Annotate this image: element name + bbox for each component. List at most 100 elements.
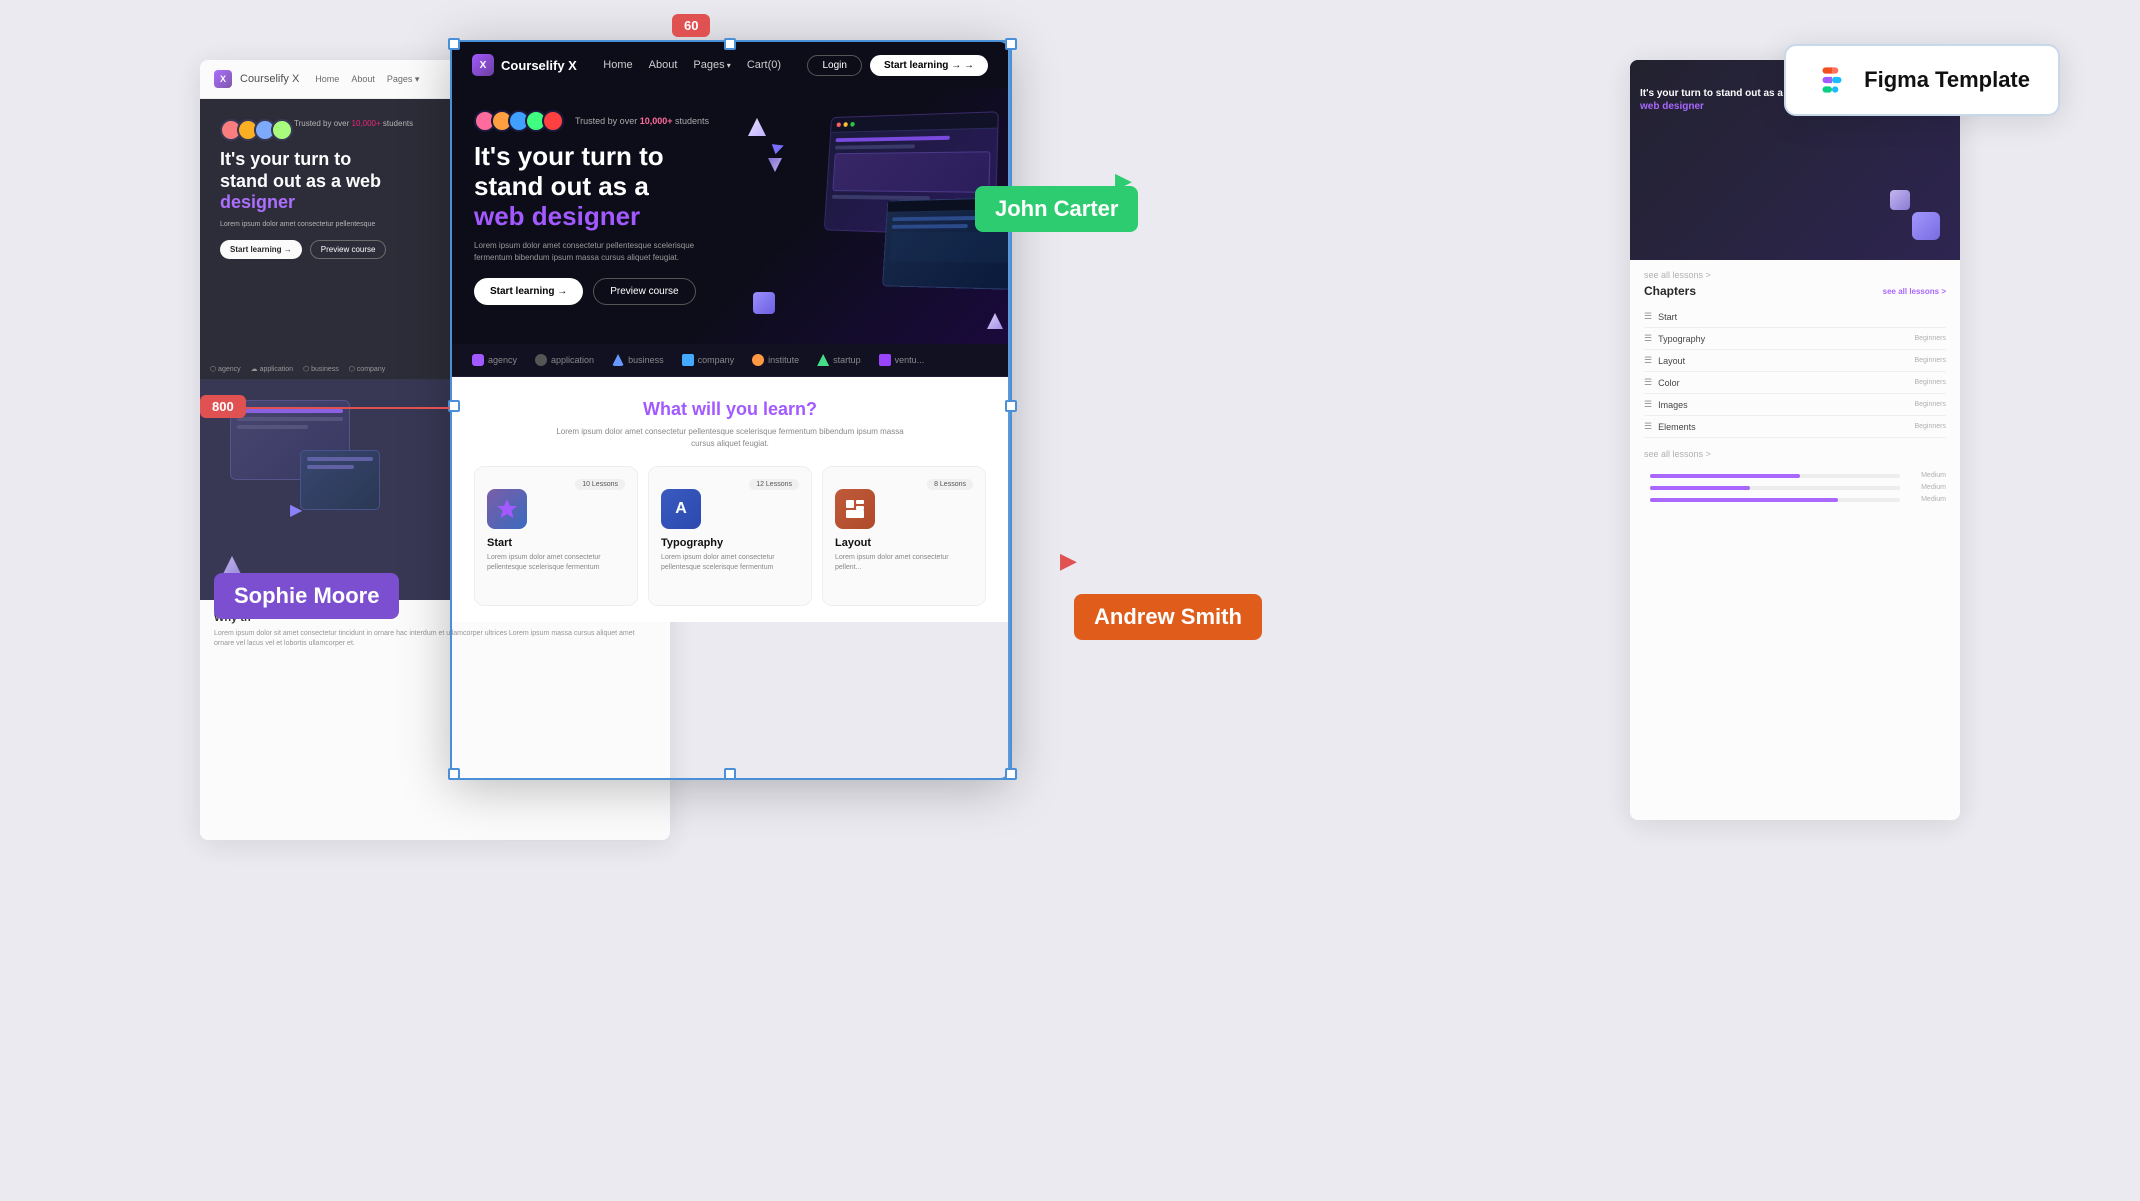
nav-pages[interactable]: Pages: [693, 59, 730, 71]
nav-about[interactable]: About: [649, 59, 678, 71]
learn-title: What will you learn?: [474, 399, 986, 420]
frame-nav: Home About Pages Cart(0): [603, 59, 781, 71]
width-badge: 60: [672, 14, 710, 37]
learn-card-desc-typography: Lorem ipsum dolor amet consectetur pelle…: [661, 553, 799, 573]
badge-sophie: Sophie Moore: [214, 573, 399, 619]
chapter-layout-icon: ☰: [1644, 355, 1652, 366]
frame-hero: Trusted by over 10,000+ students It's yo…: [452, 88, 1008, 344]
progress-bar-2-fill: [1650, 486, 1750, 490]
left-tag-agency: ⬡ agency: [210, 365, 241, 373]
handle-top-middle[interactable]: [724, 38, 736, 50]
learn-card-icon-start: [487, 489, 527, 529]
left-nav-items: Home About Pages ▾: [315, 74, 419, 85]
right-panel-body: see all lessons > Chapters see all lesso…: [1630, 260, 1960, 518]
progress-bar-1-fill: [1650, 474, 1800, 478]
height-badge: 800: [200, 395, 246, 418]
login-button[interactable]: Login: [807, 55, 861, 76]
chapter-color-name: Color: [1658, 378, 1680, 388]
measure-line-horizontal: [215, 407, 450, 409]
tag-application: application: [535, 354, 594, 366]
chapter-images-icon: ☰: [1644, 399, 1652, 410]
progress-level-1: Medium: [1906, 472, 1946, 479]
left-mockup-screen-2: [300, 450, 380, 510]
chapter-typography-name: Typography: [1658, 334, 1705, 344]
hero-start-button[interactable]: Start learning →: [474, 278, 583, 305]
left-start-btn[interactable]: Start learning →: [220, 240, 302, 259]
hero-title: It's your turn to stand out as a web des…: [474, 142, 986, 232]
handle-bottom-right[interactable]: [1005, 768, 1017, 780]
learn-card-desc-layout: Lorem ipsum dolor amet consectetur pelle…: [835, 553, 973, 573]
hero-title-accent: web designer: [474, 201, 640, 231]
rp-cube: [1912, 212, 1940, 240]
chapter-start-icon: ☰: [1644, 311, 1652, 322]
chapter-elements: ☰ Elements Beginners: [1644, 416, 1946, 438]
hero-trusted-text: Trusted by over 10,000+ students: [575, 116, 709, 126]
progress-bar-3-wrap: [1650, 498, 1900, 502]
learn-card-layout: 8 Lessons Layout Lorem ipsum dolor amet …: [822, 466, 986, 606]
chapter-color: ☰ Color Beginners: [1644, 372, 1946, 394]
badge-andrew: Andrew Smith: [1074, 594, 1262, 640]
handle-bottom-left[interactable]: [448, 768, 460, 780]
chapter-images-left: ☰ Images: [1644, 399, 1688, 410]
progress-level-2: Medium: [1906, 484, 1946, 491]
hero-buttons: Start learning → Preview course: [474, 278, 986, 305]
chapter-start-name: Start: [1658, 312, 1677, 322]
badge-john: John Carter: [975, 186, 1138, 232]
progress-item-3: Medium: [1644, 496, 1946, 503]
chapter-layout: ☰ Layout Beginners: [1644, 350, 1946, 372]
left-tag-app: ☁ application: [251, 365, 293, 373]
rp-see-all-bottom[interactable]: see all lessons >: [1644, 449, 1711, 459]
handle-middle-right[interactable]: [1005, 400, 1017, 412]
figma-template-badge: Figma Template: [1784, 44, 2060, 116]
nav-home[interactable]: Home: [603, 59, 632, 71]
tag-startup: startup: [817, 354, 861, 366]
progress-item-1: Medium: [1644, 472, 1946, 479]
handle-top-left[interactable]: [448, 38, 460, 50]
learn-card-icon-layout: [835, 489, 875, 529]
chapter-start-left: ☰ Start: [1644, 311, 1677, 322]
figma-template-text: Figma Template: [1864, 67, 2030, 93]
main-frame: X Courselify X Home About Pages Cart(0) …: [450, 40, 1010, 780]
learn-card-desc-start: Lorem ipsum dolor amet consectetur pelle…: [487, 553, 625, 573]
frame-tags: agency application business company inst…: [452, 344, 1008, 377]
logo-text: Courselify X: [501, 58, 577, 73]
chapter-layout-name: Layout: [1658, 356, 1685, 366]
left-tag-business: ⬡ business: [303, 365, 339, 373]
progress-level-3: Medium: [1906, 496, 1946, 503]
learn-card-start: 10 Lessons Start Lorem ipsum dolor amet …: [474, 466, 638, 606]
left-tag-company: ⬡ company: [349, 365, 385, 373]
chapter-start: ☰ Start: [1644, 306, 1946, 328]
tag-company: company: [682, 354, 735, 366]
handle-middle-left[interactable]: [448, 400, 460, 412]
tag-agency: agency: [472, 354, 517, 366]
chapter-layout-level: Beginners: [1914, 357, 1946, 364]
start-learning-button[interactable]: Start learning →: [870, 55, 988, 76]
left-logo-icon: X: [214, 70, 232, 88]
nav-cart[interactable]: Cart(0): [747, 59, 781, 71]
left-preview-btn[interactable]: Preview course: [310, 240, 387, 259]
learn-cards: 10 Lessons Start Lorem ipsum dolor amet …: [474, 466, 986, 606]
hero-preview-button[interactable]: Preview course: [593, 278, 695, 305]
figma-icon: [1814, 62, 1850, 98]
progress-item-2: Medium: [1644, 484, 1946, 491]
rp-cube-2: [1890, 190, 1910, 210]
right-panel: A Sign up It's your turn to stand out as…: [1630, 60, 1960, 820]
rp-see-all-top[interactable]: see all lessons >: [1644, 270, 1711, 280]
hero-trusted: Trusted by over 10,000+ students: [474, 110, 986, 132]
chapter-color-left: ☰ Color: [1644, 377, 1680, 388]
chapter-images-level: Beginners: [1914, 401, 1946, 408]
progress-bar-1-wrap: [1650, 474, 1900, 478]
chapter-elements-name: Elements: [1658, 422, 1696, 432]
tag-institute: institute: [752, 354, 799, 366]
left-nav-pages: Pages ▾: [387, 74, 420, 85]
see-all-lessons[interactable]: see all lessons >: [1883, 287, 1946, 296]
chapter-layout-left: ☰ Layout: [1644, 355, 1685, 366]
tag-business: business: [612, 354, 664, 366]
handle-top-right[interactable]: [1005, 38, 1017, 50]
left-nav-home: Home: [315, 74, 339, 85]
hero-content: Trusted by over 10,000+ students It's yo…: [474, 110, 986, 344]
progress-bar-2-wrap: [1650, 486, 1900, 490]
handle-bottom-middle[interactable]: [724, 768, 736, 780]
deco-shape-4: [987, 313, 1003, 329]
learn-card-title-typography: Typography: [661, 537, 799, 549]
